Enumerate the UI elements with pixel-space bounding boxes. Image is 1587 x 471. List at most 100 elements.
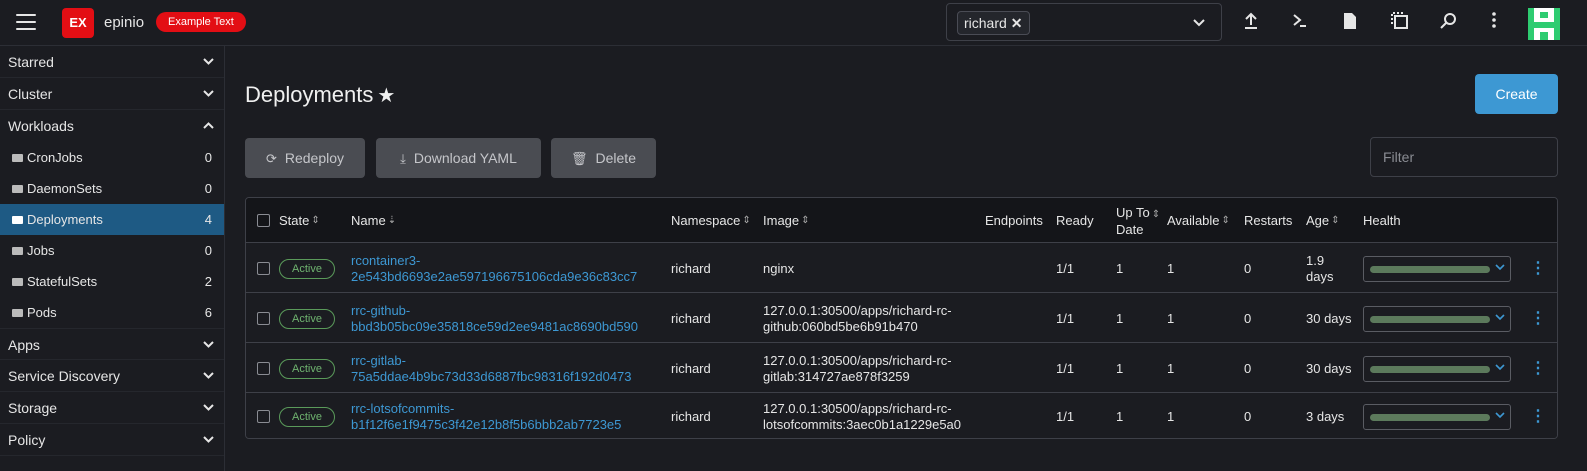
namespace-filter[interactable]: richard ✕: [946, 3, 1222, 41]
row-checkbox[interactable]: [257, 344, 270, 393]
table-row[interactable]: Active rrc-gitlab- 75a5ddae4b9bc73d33d688…: [246, 344, 1557, 393]
column-up-to-date[interactable]: Up To ⇕ Date: [1116, 198, 1160, 243]
terminal-icon[interactable]: [1290, 12, 1310, 32]
sidebar-group-cluster[interactable]: Cluster: [0, 78, 224, 110]
sidebar-item-label: DaemonSets: [27, 181, 103, 196]
deployment-link[interactable]: rrc-gitlab-: [351, 353, 406, 369]
avatar[interactable]: [1528, 8, 1560, 40]
redeploy-button[interactable]: ⟳ Redeploy: [245, 138, 365, 178]
row-actions-menu[interactable]: ⋮: [1530, 294, 1546, 343]
chevron-down-icon: [1495, 311, 1505, 327]
column-available[interactable]: Available ⇕: [1167, 198, 1230, 243]
age-cell: 1.9 days: [1306, 244, 1333, 293]
health-dropdown[interactable]: [1363, 403, 1511, 430]
create-button[interactable]: Create: [1475, 74, 1558, 114]
sidebar-item-cronjobs[interactable]: CronJobs 0: [0, 142, 224, 173]
column-name[interactable]: Name ⇣: [351, 198, 396, 243]
available-cell: 1: [1167, 260, 1175, 276]
sidebar-group-label: Apps: [8, 337, 40, 353]
sidebar-item-count: 6: [204, 305, 212, 320]
sidebar-group-policy[interactable]: Policy: [0, 424, 224, 456]
more-vertical-icon[interactable]: ⋮: [1530, 260, 1546, 277]
upload-icon[interactable]: [1241, 12, 1261, 32]
chevron-down-icon: [203, 78, 214, 110]
sidebar-item-statefulsets[interactable]: StatefulSets 2: [0, 266, 224, 297]
close-icon[interactable]: ✕: [1011, 12, 1023, 34]
health-bar: [1370, 265, 1490, 273]
health-dropdown[interactable]: [1363, 305, 1511, 332]
search-icon[interactable]: [1439, 12, 1459, 32]
sidebar-group-storage[interactable]: Storage: [0, 392, 224, 424]
age-text: 30 days: [1306, 310, 1352, 326]
image-text: github:060bd5be6b91b470: [763, 318, 918, 334]
deployment-link[interactable]: bbd3b05bc09e35818ce59d2ee9481ac8690bd590: [351, 319, 638, 335]
main-content: Deployments ★ Create ⟳ Redeploy ⤓ Download …: [226, 46, 1587, 471]
deployment-link[interactable]: 75a5ddae4b9bc73d33d6887fbc98316f192d0473: [351, 369, 632, 385]
menu-icon[interactable]: [16, 14, 36, 30]
row-checkbox[interactable]: [257, 394, 270, 438]
deployment-link[interactable]: b1f12f6e1f9475c3f42e12b8f5b6bbb2ab7723e5: [351, 417, 621, 433]
sidebar-item-label: StatefulSets: [27, 274, 98, 289]
age-cell: 30 days: [1306, 294, 1352, 343]
sidebar-item-daemonsets[interactable]: DaemonSets 0: [0, 173, 224, 204]
ready-cell: 1/1: [1056, 260, 1075, 276]
name-cell: rrc-gitlab- 75a5ddae4b9bc73d33d6887fbc983…: [351, 344, 632, 393]
table-row[interactable]: Active rrc-github-bbd3b05bc09e35818ce59d…: [246, 294, 1557, 343]
delete-button[interactable]: 🗑 Delete: [551, 138, 656, 178]
age-cell: 3 days: [1306, 394, 1344, 438]
star-icon[interactable]: ★: [377, 85, 395, 107]
row-actions-menu[interactable]: ⋮: [1530, 344, 1546, 393]
column-state[interactable]: State ⇕: [279, 198, 320, 243]
filter-input[interactable]: [1370, 137, 1558, 177]
row-checkbox[interactable]: [257, 294, 270, 343]
file-icon[interactable]: [1340, 12, 1360, 32]
sidebar-group-starred[interactable]: Starred: [0, 46, 224, 78]
chevron-down-icon[interactable]: [1193, 16, 1205, 30]
download-yaml-button[interactable]: ⤓ Download YAML: [376, 138, 541, 178]
cluster-name[interactable]: epinio: [104, 14, 144, 31]
sidebar-group-workloads[interactable]: Workloads: [0, 110, 224, 142]
status-badge: Active: [279, 308, 335, 329]
top-bar: EX epinio Example Text richard ✕: [0, 0, 1587, 46]
deployment-link[interactable]: rcontainer3-: [351, 253, 420, 269]
restarts-cell: 0: [1244, 310, 1252, 326]
deployment-link[interactable]: rrc-lotsofcommits-: [351, 401, 454, 417]
namespace-cell: richard: [671, 408, 711, 424]
sort-icon: ⇕: [1151, 208, 1161, 220]
row-actions-menu[interactable]: ⋮: [1530, 394, 1546, 438]
health-bar: [1370, 365, 1490, 373]
row-checkbox[interactable]: [257, 244, 270, 293]
folder-icon: [12, 154, 23, 162]
column-age[interactable]: Age ⇕: [1306, 198, 1340, 243]
sidebar-item-jobs[interactable]: Jobs 0: [0, 235, 224, 266]
sidebar-group-apps[interactable]: Apps: [0, 328, 224, 360]
sidebar-item-deployments[interactable]: Deployments 4: [0, 204, 224, 235]
more-vertical-icon[interactable]: ⋮: [1530, 360, 1546, 377]
deployments-table: State ⇕ Name ⇣ Namespace ⇕ Image ⇕ Endpoints…: [245, 197, 1558, 439]
row-actions-menu[interactable]: ⋮: [1530, 244, 1546, 293]
more-vertical-icon[interactable]: ⋮: [1530, 408, 1546, 425]
available-cell: 1: [1167, 310, 1175, 326]
table-row[interactable]: Active rcontainer3- 2e543bd6693e2ae597196…: [246, 244, 1557, 293]
column-label: Restarts: [1244, 213, 1293, 228]
sidebar-item-pods[interactable]: Pods 6: [0, 297, 224, 328]
table-row[interactable]: Active rrc-lotsofcommits-b1f12f6e1f9475c…: [246, 394, 1557, 438]
column-image[interactable]: Image ⇕: [763, 198, 810, 243]
deployment-link[interactable]: rrc-github-: [351, 303, 410, 319]
column-namespace[interactable]: Namespace ⇕: [671, 198, 751, 243]
health-dropdown[interactable]: [1363, 355, 1511, 382]
sidebar-group-service-discovery[interactable]: Service Discovery: [0, 360, 224, 392]
chevron-down-icon: [203, 329, 214, 361]
folder-icon: [12, 309, 23, 317]
sidebar-group-label: Cluster: [8, 86, 53, 102]
cluster-badge[interactable]: EX: [62, 8, 94, 38]
column-label: Available: [1167, 213, 1220, 228]
more-vertical-icon[interactable]: ⋮: [1530, 310, 1546, 327]
image-text: 127.0.0.1:30500/apps/richard-rc-: [763, 400, 952, 416]
deployment-link[interactable]: 2e543bd6693e2ae597196675106cda9e36c83cc7: [351, 269, 637, 285]
sidebar-item-label: Pods: [27, 305, 57, 320]
select-all-checkbox[interactable]: [257, 198, 270, 243]
copy-config-icon[interactable]: [1390, 12, 1410, 32]
health-dropdown[interactable]: [1363, 255, 1511, 282]
more-vertical-icon[interactable]: [1484, 12, 1504, 32]
